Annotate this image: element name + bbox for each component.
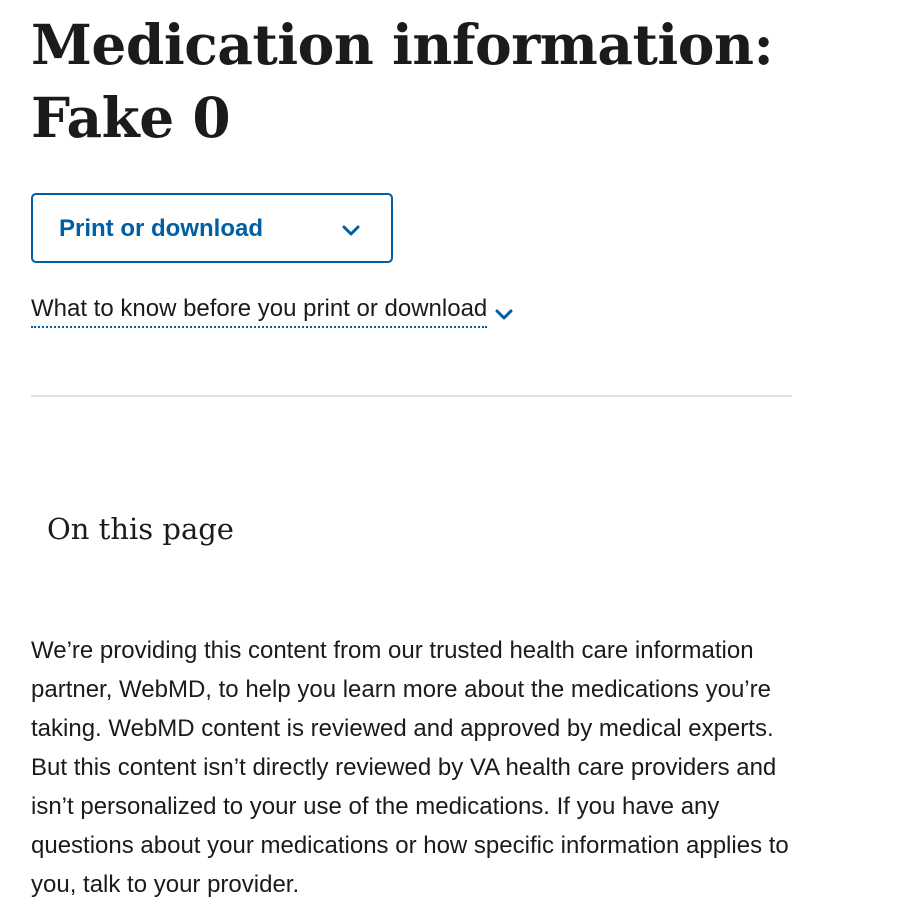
intro-paragraph: We’re providing this content from our tr… xyxy=(31,637,789,898)
before-print-link-text[interactable]: What to know before you print or downloa… xyxy=(31,293,488,328)
before-print-toggle[interactable]: What to know before you print or downloa… xyxy=(31,293,514,328)
chevron-down-icon xyxy=(495,309,513,319)
on-this-page-heading: On this page xyxy=(47,512,234,546)
section-divider xyxy=(31,395,792,397)
print-or-download-label: Print or download xyxy=(59,215,263,242)
chevron-down-icon xyxy=(342,225,360,236)
print-or-download-button[interactable]: Print or download xyxy=(31,193,393,263)
page-title: Medication information: Fake 0 xyxy=(31,12,774,150)
